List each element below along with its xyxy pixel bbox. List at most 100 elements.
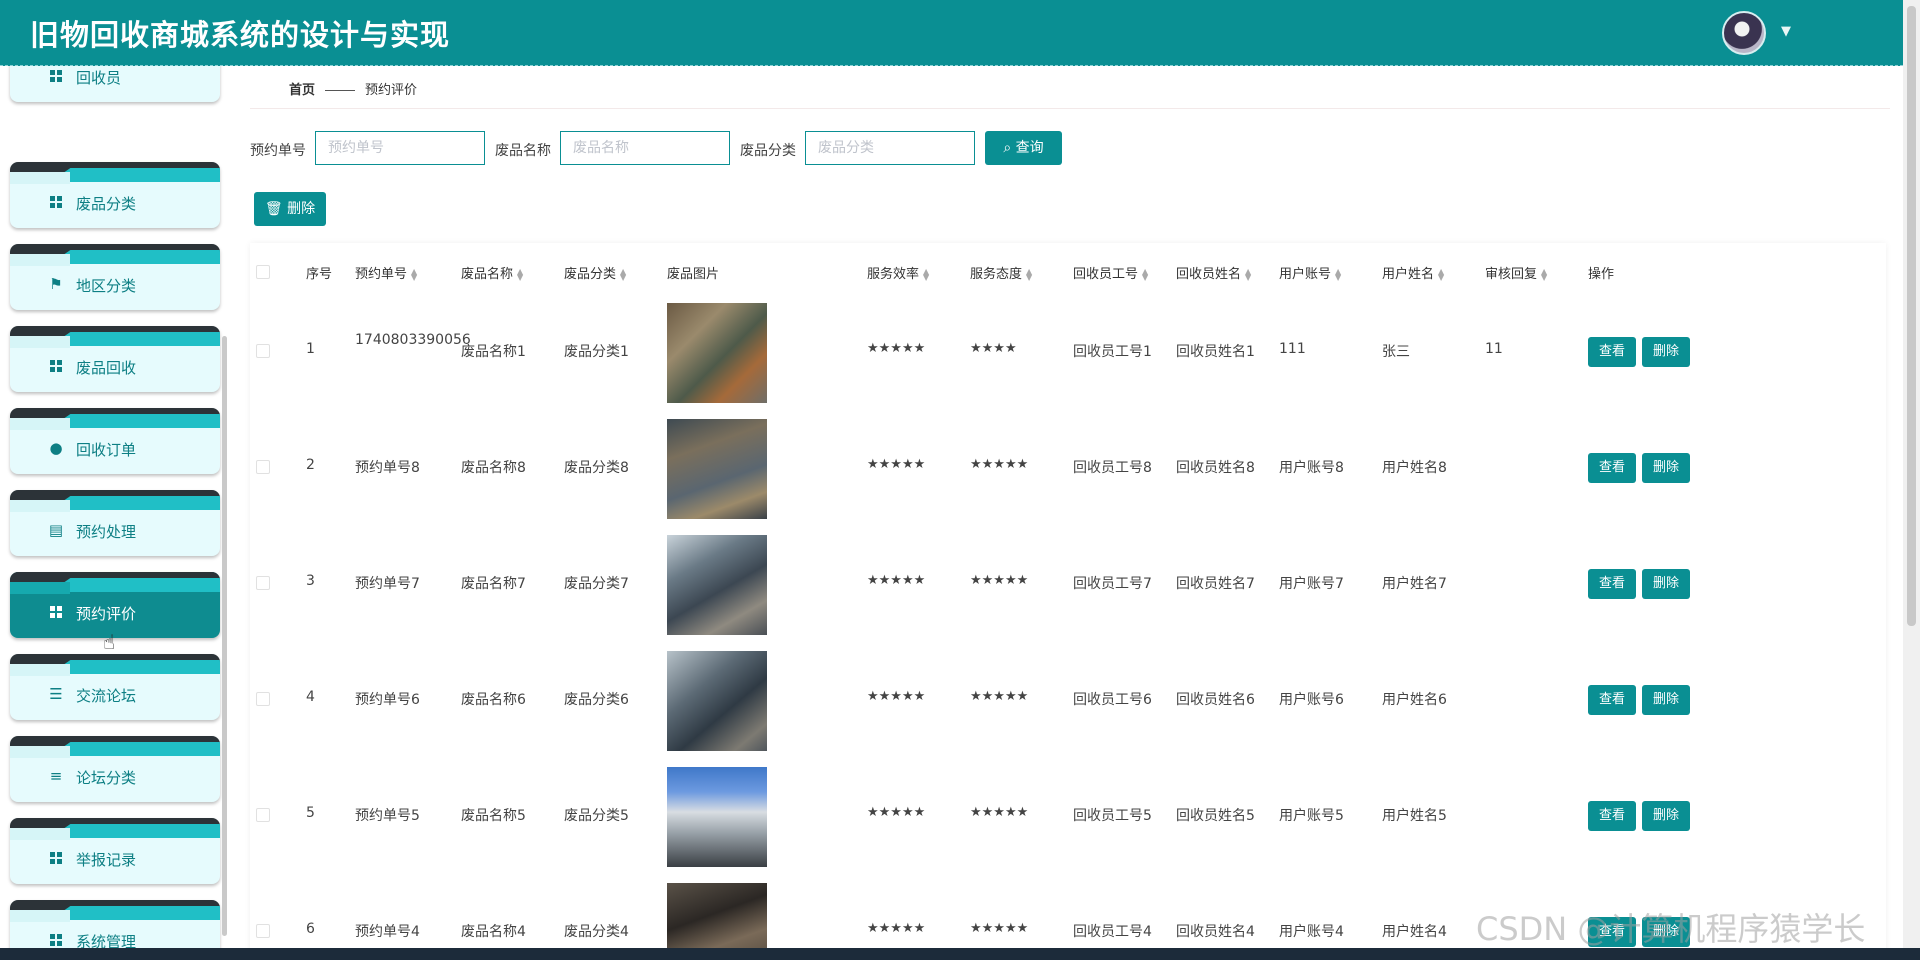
chevron-down-icon[interactable]: ▼: [1781, 24, 1791, 39]
sidebar-item-forum-category[interactable]: ≡ 论坛分类: [10, 736, 220, 802]
sidebar-item-label: 预约处理: [76, 523, 137, 541]
batch-delete-label: 删除: [287, 201, 316, 217]
delete-button[interactable]: 删除: [1642, 453, 1690, 483]
sort-icon[interactable]: ▲ ▼: [1245, 267, 1251, 281]
view-button[interactable]: 查看: [1588, 801, 1636, 831]
waste-image[interactable]: [667, 303, 767, 403]
header-collector-name[interactable]: 回收员姓名 ▲ ▼: [1176, 263, 1251, 282]
row-checkbox[interactable]: [256, 344, 270, 358]
sidebar-item-collector[interactable]: 回收员: [10, 66, 220, 102]
row-order-no: 预约单号4: [355, 924, 420, 940]
table-row: 1 1740803390056 废品名称1 废品分类1 ★★★★★ ★★★★ 回收员工号1 回…: [250, 302, 1886, 418]
sidebar-item-label: 系统管理: [76, 933, 137, 948]
waste-image[interactable]: [667, 535, 767, 635]
header-user-account[interactable]: 用户账号 ▲ ▼: [1279, 263, 1341, 282]
row-user-name: 用户姓名7: [1382, 576, 1447, 592]
item-category-input[interactable]: [805, 131, 975, 165]
delete-button[interactable]: 删除: [1642, 337, 1690, 367]
row-user-name: 张三: [1382, 344, 1410, 360]
sort-icon[interactable]: ▲ ▼: [620, 267, 626, 281]
view-button[interactable]: 查看: [1588, 453, 1636, 483]
row-item-category: 废品分类7: [564, 576, 629, 592]
row-item-name: 废品名称6: [461, 692, 526, 708]
sort-icon[interactable]: ▲ ▼: [1026, 267, 1032, 281]
row-collector-no: 回收员工号4: [1073, 924, 1152, 940]
header-user-name[interactable]: 用户姓名 ▲ ▼: [1382, 263, 1444, 282]
batch-delete-button[interactable]: 🗑 删除: [254, 192, 326, 226]
sidebar-item-waste-recycling[interactable]: 废品回收: [10, 326, 220, 392]
row-checkbox[interactable]: [256, 692, 270, 706]
sort-icon[interactable]: ▲ ▼: [1541, 267, 1547, 281]
sidebar-item-region-category[interactable]: ⚑ 地区分类: [10, 244, 220, 310]
sort-icon[interactable]: ▲ ▼: [923, 267, 929, 281]
row-collector-no: 回收员工号7: [1073, 576, 1152, 592]
sidebar-item-system-management[interactable]: 系统管理: [10, 900, 220, 948]
row-order-no: 预约单号7: [355, 576, 420, 592]
row-item-name: 废品名称1: [461, 344, 526, 360]
item-name-input[interactable]: [560, 131, 730, 165]
row-collector-no: 回收员工号6: [1073, 692, 1152, 708]
item-name-label: 废品名称: [495, 143, 551, 159]
row-item-category: 废品分类5: [564, 808, 629, 824]
sort-icon[interactable]: ▲ ▼: [1438, 267, 1444, 281]
sort-icon[interactable]: ▲ ▼: [411, 267, 417, 281]
grid-icon: [48, 604, 64, 620]
delete-button[interactable]: 删除: [1642, 801, 1690, 831]
table-row: 5 预约单号5 废品名称5 废品分类5 ★★★★★ ★★★★★ 回收员工号5 回收员姓名5 用户…: [250, 766, 1886, 882]
breadcrumb-home[interactable]: 首页: [289, 83, 315, 98]
header-actions: 操作: [1588, 267, 1615, 282]
waste-image[interactable]: [667, 419, 767, 519]
order-no-label: 预约单号: [250, 143, 306, 159]
sidebar-item-appointment-review[interactable]: 预约评价: [10, 572, 220, 638]
view-button[interactable]: 查看: [1588, 337, 1636, 367]
sidebar-item-label: 预约评价: [76, 605, 137, 623]
header-index: 序号: [306, 267, 333, 282]
header-efficiency[interactable]: 服务效率 ▲ ▼: [867, 263, 929, 282]
view-button[interactable]: 查看: [1588, 569, 1636, 599]
order-no-input[interactable]: [315, 131, 485, 165]
query-button[interactable]: ⌕ 查询: [985, 131, 1062, 165]
header-attitude[interactable]: 服务态度 ▲ ▼: [970, 263, 1032, 282]
row-user-name: 用户姓名5: [1382, 808, 1447, 824]
item-category-label: 废品分类: [740, 143, 796, 159]
row-checkbox[interactable]: [256, 460, 270, 474]
row-attitude: ★★★★: [970, 341, 1017, 356]
waste-image[interactable]: [667, 767, 767, 867]
row-order-no: 1740803390056: [355, 332, 471, 348]
view-button[interactable]: 查看: [1588, 685, 1636, 715]
sidebar-item-waste-category[interactable]: 废品分类: [10, 162, 220, 228]
sort-icon[interactable]: ▲ ▼: [517, 267, 523, 281]
header-item-name[interactable]: 废品名称 ▲ ▼: [461, 263, 523, 282]
sidebar-item-recycling-orders[interactable]: ● 回收订单: [10, 408, 220, 474]
sidebar-scrollbar[interactable]: [222, 336, 227, 936]
waste-image[interactable]: [667, 651, 767, 751]
row-checkbox[interactable]: [256, 924, 270, 938]
delete-button[interactable]: 删除: [1642, 685, 1690, 715]
page-scrollbar[interactable]: [1903, 0, 1920, 960]
page-scrollbar-thumb[interactable]: [1907, 6, 1916, 626]
row-checkbox[interactable]: [256, 808, 270, 822]
delete-button[interactable]: 删除: [1642, 569, 1690, 599]
sort-icon[interactable]: ▲ ▼: [1335, 267, 1341, 281]
header-reply[interactable]: 审核回复 ▲ ▼: [1485, 263, 1547, 282]
sidebar-item-forum[interactable]: ☰ 交流论坛: [10, 654, 220, 720]
search-icon: ⌕: [1003, 140, 1012, 156]
row-checkbox[interactable]: [256, 576, 270, 590]
sliders-icon: ☰: [49, 685, 63, 703]
row-item-category: 废品分类8: [564, 460, 629, 476]
row-item-name: 废品名称8: [461, 460, 526, 476]
header-item-category[interactable]: 废品分类 ▲ ▼: [564, 263, 626, 282]
user-avatar[interactable]: [1722, 11, 1766, 55]
select-all-checkbox[interactable]: [256, 265, 270, 279]
row-attitude: ★★★★★: [970, 457, 1029, 472]
header-collector-no[interactable]: 回收员工号 ▲ ▼: [1073, 263, 1148, 282]
header-order-no[interactable]: 预约单号 ▲ ▼: [355, 263, 417, 282]
list-icon: ≡: [49, 767, 63, 785]
sort-icon[interactable]: ▲ ▼: [1142, 267, 1148, 281]
row-attitude: ★★★★★: [970, 805, 1029, 820]
row-user-name: 用户姓名6: [1382, 692, 1447, 708]
row-collector-no: 回收员工号5: [1073, 808, 1152, 824]
sidebar-item-appointment-handling[interactable]: ▤ 预约处理: [10, 490, 220, 556]
sidebar-item-label: 废品回收: [76, 359, 137, 377]
sidebar-item-report-records[interactable]: 举报记录: [10, 818, 220, 884]
